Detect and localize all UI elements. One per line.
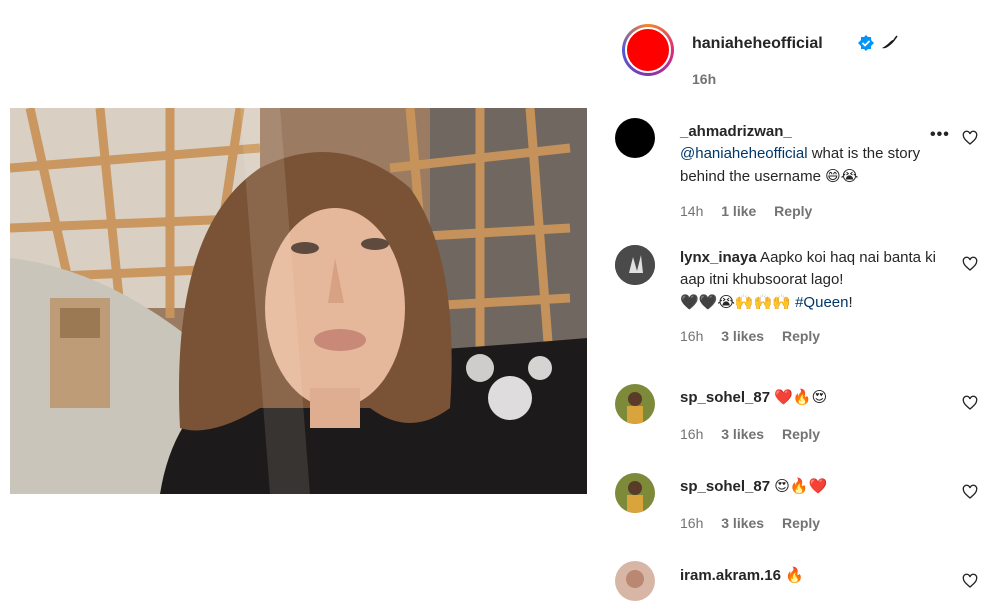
comments-panel: haniaheheofficial 16h _ahmadrizwan_ @han… [600, 0, 1000, 601]
comment-time[interactable]: 16h [680, 426, 703, 442]
comment-time[interactable]: 16h [680, 515, 703, 531]
comment-text: sp_sohel_87 😍🔥❤️ [680, 475, 940, 498]
comment-likes[interactable]: 3 likes [721, 328, 764, 344]
like-heart-icon[interactable] [962, 484, 978, 500]
comment-tail: ! [848, 294, 853, 311]
post-photo[interactable] [10, 108, 587, 494]
reply-button[interactable]: Reply [782, 426, 820, 442]
comment-text: iram.akram.16 🔥 [680, 564, 940, 587]
avatar-picture [615, 473, 655, 513]
comment-hashtag[interactable]: #Queen [795, 294, 848, 311]
commenter-username[interactable]: lynx_inaya [680, 249, 757, 266]
owner-avatar[interactable] [625, 27, 671, 73]
comment-likes[interactable]: 3 likes [721, 515, 764, 531]
comment-meta: 16h 3 likes Reply [680, 426, 834, 442]
reply-button[interactable]: Reply [774, 203, 812, 219]
owner-username[interactable]: haniaheheofficial [692, 35, 823, 53]
comment-emoji: 🔥 [785, 566, 804, 584]
owner-avatar-ring[interactable] [622, 24, 674, 76]
comment-meta: 16h 3 likes Reply [680, 515, 834, 531]
avatar-picture [615, 561, 655, 601]
commenter-avatar[interactable] [615, 384, 655, 424]
comment-text: sp_sohel_87 ❤️🔥😍 [680, 386, 940, 409]
commenter-avatar[interactable] [615, 118, 655, 158]
comment-emoji: 😄😭 [825, 167, 859, 185]
like-heart-icon[interactable] [962, 573, 978, 589]
commenter-avatar[interactable] [615, 561, 655, 601]
like-heart-icon[interactable] [962, 395, 978, 411]
commenter-username[interactable]: sp_sohel_87 [680, 389, 770, 406]
pepper-icon [882, 35, 898, 49]
comment-text: lynx_inaya Aapko koi haq nai banta ki aa… [680, 247, 940, 314]
reply-button[interactable]: Reply [782, 328, 820, 344]
commenter-avatar[interactable] [615, 473, 655, 513]
comment-mention[interactable]: @haniaheheofficial [680, 145, 808, 162]
comment-emoji: ❤️🔥😍 [774, 388, 828, 406]
like-heart-icon[interactable] [962, 256, 978, 272]
comment-text: _ahmadrizwan_ @haniaheheofficial what is… [680, 121, 940, 188]
comment-likes[interactable]: 3 likes [721, 426, 764, 442]
verified-badge-icon [858, 35, 874, 51]
more-options-icon[interactable]: ••• [930, 126, 950, 144]
comment-meta: 14h 1 like Reply [680, 203, 826, 219]
comment-likes[interactable]: 1 like [721, 203, 756, 219]
post-photo-illustration [10, 108, 587, 494]
comment-time[interactable]: 14h [680, 203, 703, 219]
avatar-picture [615, 384, 655, 424]
commenter-avatar[interactable] [615, 245, 655, 285]
commenter-username[interactable]: _ahmadrizwan_ [680, 123, 792, 140]
reply-button[interactable]: Reply [782, 515, 820, 531]
comment-emoji: 🖤🖤😭🙌🙌🙌 [680, 293, 791, 311]
avatar-picture [615, 245, 655, 285]
comment-time[interactable]: 16h [680, 328, 703, 344]
comment-meta: 16h 3 likes Reply [680, 328, 834, 344]
comment-emoji: 😍🔥❤️ [774, 477, 828, 495]
like-heart-icon[interactable] [962, 130, 978, 146]
commenter-username[interactable]: sp_sohel_87 [680, 478, 770, 495]
post-time[interactable]: 16h [692, 71, 716, 87]
commenter-username[interactable]: iram.akram.16 [680, 567, 781, 584]
